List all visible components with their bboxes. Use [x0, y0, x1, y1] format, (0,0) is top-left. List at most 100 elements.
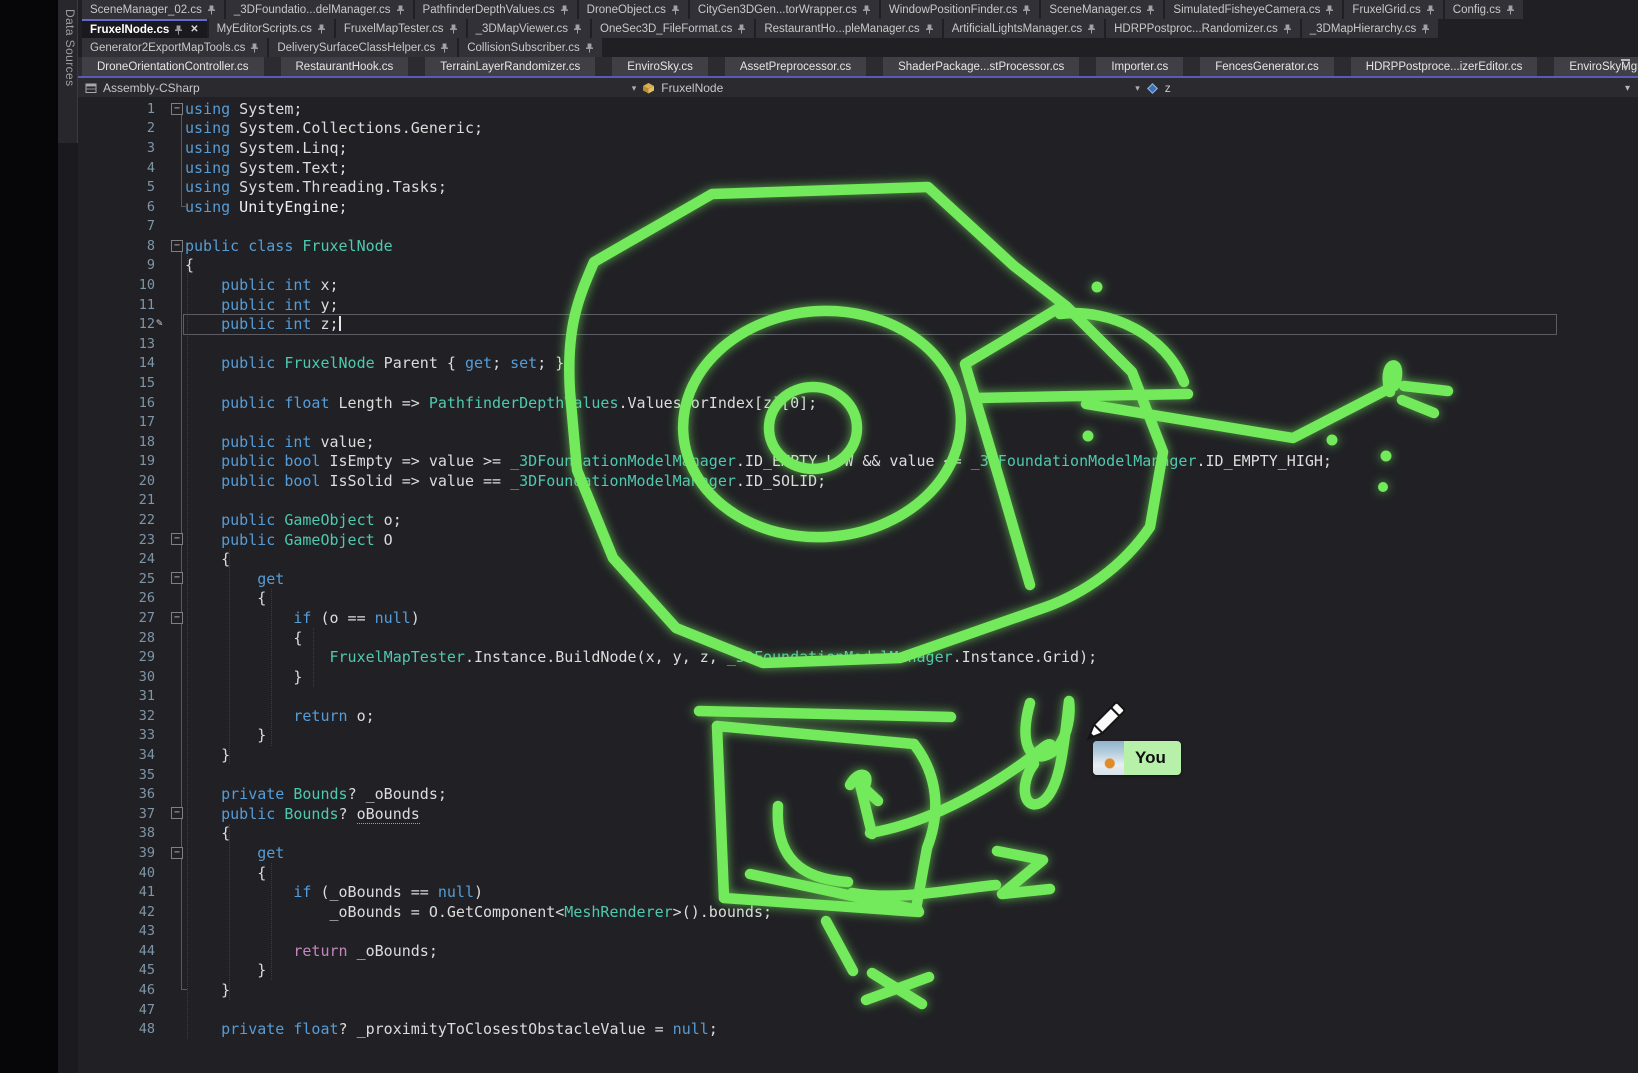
code-line[interactable]: 24 { — [78, 549, 1638, 569]
code-line[interactable]: 33 } — [78, 726, 1638, 746]
code-line[interactable]: 11 public int y; — [78, 295, 1638, 315]
code-line[interactable]: 29 FruxelMapTester.Instance.BuildNode(x,… — [78, 647, 1638, 667]
code-line[interactable]: 2using System.Collections.Generic; — [78, 119, 1638, 139]
breadcrumb-overflow-button[interactable]: ▾ — [1625, 82, 1630, 96]
fold-collapse-icon[interactable]: − — [171, 847, 183, 859]
pin-icon[interactable] — [671, 5, 680, 15]
tab-OneSec3D_FileFormat.cs[interactable]: OneSec3D_FileFormat.cs — [592, 19, 754, 38]
code-line[interactable]: 32 return o; — [78, 706, 1638, 726]
code-line[interactable]: 9{ — [78, 256, 1638, 276]
code-line[interactable]: 37− public Bounds? oBounds — [78, 804, 1638, 824]
code-line[interactable]: 27− if (o == null) — [78, 608, 1638, 628]
fold-collapse-icon[interactable]: − — [171, 612, 183, 624]
tab-FruxelGrid.cs[interactable]: FruxelGrid.cs — [1344, 0, 1442, 19]
tab-SceneManager_02.cs[interactable]: SceneManager_02.cs — [82, 0, 224, 19]
pin-icon[interactable] — [449, 24, 458, 34]
tab-RestaurantHo...pleManager.cs[interactable]: RestaurantHo...pleManager.cs — [756, 19, 941, 38]
code-line[interactable]: 28 { — [78, 628, 1638, 648]
code-line[interactable]: 34 } — [78, 745, 1638, 765]
code-line[interactable]: 38 { — [78, 824, 1638, 844]
code-line[interactable]: 21 — [78, 491, 1638, 511]
pin-icon[interactable] — [862, 5, 871, 15]
tab-AssetPreprocessor.cs[interactable]: AssetPreprocessor.cs — [725, 57, 866, 76]
tab-FencesGenerator.cs[interactable]: FencesGenerator.cs — [1200, 57, 1334, 76]
tab-WindowPositionFinder.cs[interactable]: WindowPositionFinder.cs — [881, 0, 1039, 19]
tab-DroneObject.cs[interactable]: DroneObject.cs — [579, 0, 688, 19]
pin-icon[interactable] — [1022, 5, 1031, 15]
pin-icon[interactable] — [1146, 5, 1155, 15]
tab-PathfinderDepthValues.cs[interactable]: PathfinderDepthValues.cs — [415, 0, 577, 19]
code-line[interactable]: 20 public bool IsSolid => value == _3DFo… — [78, 471, 1638, 491]
tab-ShaderPackage...stProcessor.cs[interactable]: ShaderPackage...stProcessor.cs — [883, 57, 1079, 76]
pin-icon[interactable] — [207, 5, 216, 15]
code-line[interactable]: 14 public FruxelNode Parent { get; set; … — [78, 354, 1638, 374]
code-line[interactable]: 7 — [78, 216, 1638, 236]
code-line[interactable]: 35 — [78, 765, 1638, 785]
code-line[interactable]: 23− public GameObject O — [78, 530, 1638, 550]
pin-icon[interactable] — [925, 24, 934, 34]
tab-Generator2ExportMapTools.cs[interactable]: Generator2ExportMapTools.cs — [82, 38, 267, 57]
fold-collapse-icon[interactable]: − — [171, 572, 183, 584]
breadcrumb-project[interactable]: Assembly-CSharp — [103, 81, 200, 95]
tab-CityGen3DGen...torWrapper.cs[interactable]: CityGen3DGen...torWrapper.cs — [690, 0, 879, 19]
tab-EnviroSky.cs[interactable]: EnviroSky.cs — [612, 57, 708, 76]
tab-HDRPPostproce...izerEditor.cs[interactable]: HDRPPostproce...izerEditor.cs — [1351, 57, 1538, 76]
pin-icon[interactable] — [1283, 24, 1292, 34]
fold-collapse-icon[interactable]: − — [171, 103, 183, 115]
code-line[interactable]: 3using System.Linq; — [78, 138, 1638, 158]
code-line[interactable]: 17 — [78, 412, 1638, 432]
pin-icon[interactable] — [560, 5, 569, 15]
tab-FruxelMapTester.cs[interactable]: FruxelMapTester.cs — [336, 19, 466, 38]
tab-Importer.cs[interactable]: Importer.cs — [1096, 57, 1183, 76]
data-sources-panel-tab[interactable]: Data Sources — [58, 0, 78, 143]
code-line[interactable]: 1−using System; — [78, 99, 1638, 119]
code-line[interactable]: 31 — [78, 686, 1638, 706]
code-line[interactable]: 39− get — [78, 843, 1638, 863]
pin-icon[interactable] — [1421, 24, 1430, 34]
code-line[interactable]: 18 public int value; — [78, 432, 1638, 452]
code-line[interactable]: 8−public class FruxelNode — [78, 236, 1638, 256]
tab-CollisionSubscriber.cs[interactable]: CollisionSubscriber.cs — [459, 38, 602, 57]
tab-ArtificialLightsManager.cs[interactable]: ArtificialLightsManager.cs — [944, 19, 1104, 38]
code-line[interactable]: 22 public GameObject o; — [78, 510, 1638, 530]
pin-icon[interactable] — [440, 43, 449, 53]
fold-collapse-icon[interactable]: − — [171, 807, 183, 819]
tab-DroneOrientationController.cs[interactable]: DroneOrientationController.cs — [82, 57, 264, 76]
tab-SceneManager.cs[interactable]: SceneManager.cs — [1041, 0, 1163, 19]
pin-icon[interactable] — [174, 25, 183, 35]
code-line[interactable]: 41 if (_oBounds == null) — [78, 882, 1638, 902]
tab-_3DMapHierarchy.cs[interactable]: _3DMapHierarchy.cs — [1302, 19, 1439, 38]
breadcrumb-member[interactable]: z — [1165, 81, 1171, 95]
code-line[interactable]: 48 private float? _proximityToClosestObs… — [78, 1019, 1638, 1039]
breadcrumb-type[interactable]: FruxelNode — [661, 81, 723, 95]
tab-_3DMapViewer.cs[interactable]: _3DMapViewer.cs — [468, 19, 590, 38]
close-icon[interactable]: ✕ — [190, 24, 198, 35]
pin-icon[interactable] — [317, 24, 326, 34]
code-line[interactable]: 36 private Bounds? _oBounds; — [78, 784, 1638, 804]
code-line[interactable]: 44 return _oBounds; — [78, 941, 1638, 961]
code-line[interactable]: 42 _oBounds = O.GetComponent<MeshRendere… — [78, 902, 1638, 922]
code-line[interactable]: 40 { — [78, 863, 1638, 883]
code-line[interactable]: 10 public int x; — [78, 275, 1638, 295]
pin-icon[interactable] — [1506, 5, 1515, 15]
fold-collapse-icon[interactable]: − — [171, 533, 183, 545]
code-editor[interactable]: 1−using System;2using System.Collections… — [78, 97, 1638, 1073]
code-line[interactable]: 45 } — [78, 961, 1638, 981]
pin-icon[interactable] — [737, 24, 746, 34]
tab-overflow-button[interactable]: ▾ — [1621, 59, 1630, 76]
fold-collapse-icon[interactable]: − — [171, 240, 183, 252]
code-line[interactable]: 26 { — [78, 589, 1638, 609]
code-line[interactable]: 46 } — [78, 980, 1638, 1000]
code-line[interactable]: 5using System.Threading.Tasks; — [78, 177, 1638, 197]
chevron-down-icon[interactable]: ▾ — [632, 83, 637, 94]
pin-icon[interactable] — [1426, 5, 1435, 15]
pin-icon[interactable] — [573, 24, 582, 34]
code-line[interactable]: 43 — [78, 921, 1638, 941]
pin-icon[interactable] — [585, 43, 594, 53]
code-line[interactable]: 6using UnityEngine; — [78, 197, 1638, 217]
pin-icon[interactable] — [396, 5, 405, 15]
tab-FruxelNode.cs[interactable]: FruxelNode.cs✕ — [82, 19, 207, 38]
pin-icon[interactable] — [250, 43, 259, 53]
tab-SimulatedFisheyeCamera.cs[interactable]: SimulatedFisheyeCamera.cs — [1165, 0, 1342, 19]
chevron-down-icon[interactable]: ▾ — [1135, 83, 1140, 94]
